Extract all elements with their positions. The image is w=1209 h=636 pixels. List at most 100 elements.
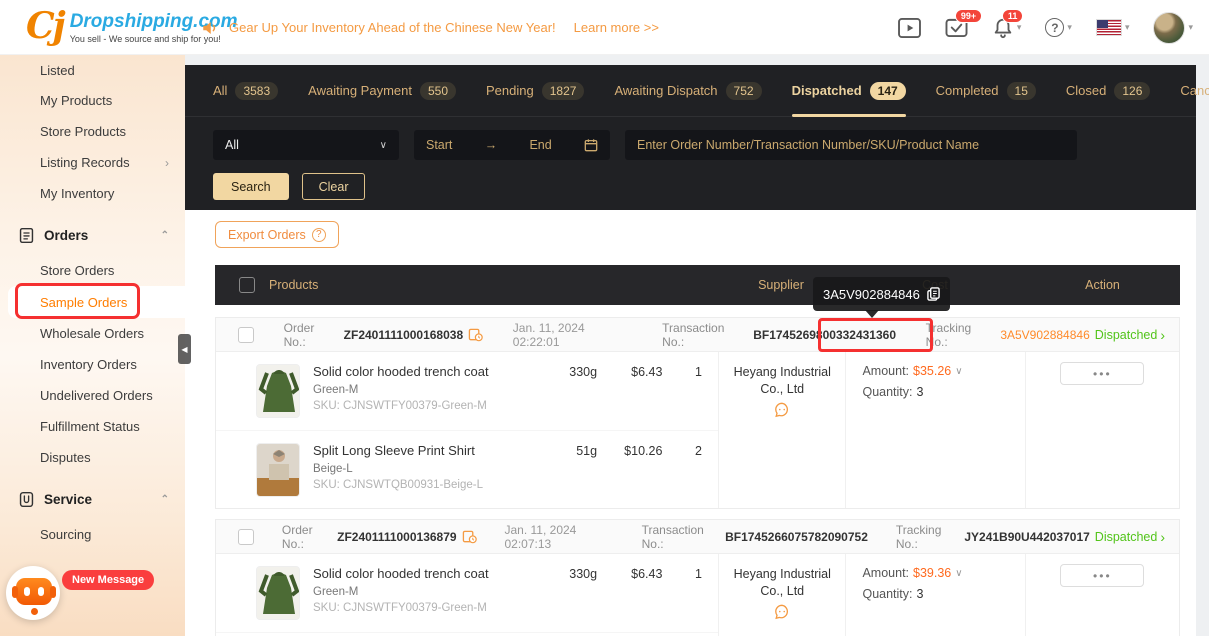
sidebar: Listed My Products Store Products Listin… — [0, 55, 185, 636]
tracking-number-tooltip: 3A5V902884846 — [813, 277, 950, 311]
product-weight: 330g — [536, 566, 597, 624]
chevron-down-icon[interactable]: ∨ — [955, 366, 962, 377]
tab-count: 147 — [870, 82, 906, 100]
question-icon: ? — [1045, 18, 1064, 37]
chat-supplier-icon[interactable] — [725, 604, 839, 620]
order-status[interactable]: Dispatched › — [1095, 328, 1165, 342]
tab-awaiting-dispatch[interactable]: Awaiting Dispatch752 — [614, 65, 761, 117]
header-icons: 99+ 11 ▾ ? ▾ ▾ ▾ — [898, 0, 1193, 55]
orders-list-panel: Export Orders ? Products Supplier Cost A… — [185, 210, 1196, 636]
sidebar-item-sourcing[interactable]: Sourcing — [0, 519, 185, 550]
copy-icon[interactable] — [927, 287, 940, 301]
tracking-value[interactable]: 3A5V902884846 — [1000, 328, 1089, 342]
chevron-down-icon: ▾ — [1188, 22, 1193, 33]
date-range-picker[interactable]: Start → End — [414, 130, 610, 160]
product-name[interactable]: Solid color hooded trench coat — [313, 364, 536, 379]
amount-label: Amount: — [862, 364, 909, 378]
status-tabs: All3583 Awaiting Payment550 Pending1827 … — [185, 65, 1196, 117]
product-weight: 51g — [536, 443, 597, 500]
sidebar-item-my-inventory[interactable]: My Inventory — [0, 178, 185, 209]
search-button[interactable]: Search — [213, 173, 289, 200]
cost-cell: Amount: $39.36 ∨ Quantity: 3 — [845, 554, 1024, 636]
chat-supplier-icon[interactable] — [725, 402, 839, 418]
sidebar-item-sample-orders[interactable]: Sample Orders — [8, 286, 185, 318]
order-row: Order No.: ZF2401111000136879 Jan. 11, 2… — [215, 519, 1180, 636]
sidebar-collapse-handle[interactable]: ◀ — [178, 334, 191, 364]
more-actions-button[interactable]: ••• — [1060, 362, 1144, 385]
sidebar-item-wholesale-orders[interactable]: Wholesale Orders — [0, 318, 185, 349]
action-cell: ••• — [1025, 554, 1179, 636]
product-image-beige-shirt[interactable] — [256, 443, 300, 497]
product-image-green-coat[interactable] — [256, 566, 300, 620]
product-name[interactable]: Solid color hooded trench coat — [313, 566, 536, 581]
order-status[interactable]: Dispatched › — [1095, 530, 1165, 544]
announcement-learn-more-link[interactable]: Learn more >> — [574, 20, 659, 35]
sidebar-item-fulfillment-status[interactable]: Fulfillment Status — [0, 411, 185, 442]
select-all-checkbox[interactable] — [239, 277, 255, 293]
product-row: Solid color hooded trench coat Green-M S… — [216, 352, 718, 430]
product-sku: SKU: CJNSWTQB00931-Beige-L — [313, 479, 536, 491]
top-bar: Cj Dropshipping.com You sell - We source… — [0, 0, 1209, 55]
order-checkbox[interactable] — [238, 327, 254, 343]
calendar-icon — [584, 138, 598, 152]
tab-pending[interactable]: Pending1827 — [486, 65, 584, 117]
new-message-badge: New Message — [62, 570, 154, 590]
transaction-label: Transaction No.: — [642, 523, 720, 551]
order-checkbox[interactable] — [238, 529, 254, 545]
tab-canceled[interactable]: Canceled74 — [1180, 65, 1209, 117]
tasks-button[interactable]: 99+ — [945, 17, 968, 38]
help-menu-button[interactable]: ? ▾ — [1045, 18, 1072, 37]
clear-button[interactable]: Clear — [302, 173, 366, 200]
sidebar-item-store-products[interactable]: Store Products — [0, 116, 185, 147]
order-no-value: ZF2401111000136879 — [337, 530, 456, 544]
chevron-down-icon[interactable]: ∨ — [955, 568, 962, 579]
product-weight: 330g — [536, 364, 597, 422]
account-menu[interactable]: ▾ — [1153, 12, 1193, 44]
transaction-value: BF1745266075782090752 — [725, 530, 868, 544]
order-date: Jan. 11, 2024 02:07:13 — [505, 523, 614, 551]
tracking-value[interactable]: JY241B90U442037017 — [964, 530, 1089, 544]
language-selector[interactable]: ▾ — [1096, 19, 1130, 36]
sidebar-item-my-products[interactable]: My Products — [0, 85, 185, 116]
product-sku: SKU: CJNSWTFY00379-Green-M — [313, 400, 536, 412]
tracking-label: Tracking No.: — [896, 523, 960, 551]
sidebar-section-orders[interactable]: Orders ⌃ — [0, 215, 185, 255]
sidebar-item-undelivered-orders[interactable]: Undelivered Orders — [0, 380, 185, 411]
sidebar-item-listing-records[interactable]: Listing Records› — [0, 147, 185, 178]
product-name[interactable]: Split Long Sleeve Print Shirt — [313, 443, 536, 458]
export-orders-button[interactable]: Export Orders ? — [215, 221, 339, 248]
sidebar-item-disputes[interactable]: Disputes — [0, 442, 185, 473]
transaction-label: Transaction No.: — [662, 321, 748, 349]
tab-completed[interactable]: Completed15 — [936, 65, 1036, 117]
product-image-green-coat[interactable] — [256, 364, 300, 418]
order-type-select[interactable]: All ∨ — [213, 130, 399, 160]
video-tutorial-button[interactable] — [898, 18, 921, 38]
chevron-up-icon: ⌃ — [161, 230, 169, 241]
more-actions-button[interactable]: ••• — [1060, 564, 1144, 587]
product-price: $10.26 — [597, 443, 662, 500]
tab-dispatched[interactable]: Dispatched147 — [792, 65, 906, 117]
tab-awaiting-payment[interactable]: Awaiting Payment550 — [308, 65, 456, 117]
chat-widget[interactable]: New Message — [6, 562, 156, 628]
sidebar-item-store-orders[interactable]: Store Orders — [0, 255, 185, 286]
order-no-label: Order No.: — [284, 321, 339, 349]
product-row-partial — [216, 632, 718, 636]
sidebar-item-listed[interactable]: Listed — [0, 55, 185, 85]
service-icon — [18, 491, 35, 508]
notifications-button[interactable]: 11 ▾ — [992, 17, 1022, 39]
amount-value: $39.36 — [913, 566, 951, 580]
supplier-cell: Heyang Industrial Co., Ltd — [718, 554, 845, 636]
chevron-down-icon: ▾ — [1067, 22, 1072, 33]
quantity-value: 3 — [917, 587, 924, 601]
order-search-input[interactable] — [625, 130, 1077, 160]
chevron-down-icon: ▾ — [1017, 22, 1022, 33]
order-search-field — [625, 130, 1077, 160]
sidebar-section-service[interactable]: Service ⌃ — [0, 479, 185, 519]
tab-all[interactable]: All3583 — [213, 65, 278, 117]
sidebar-item-inventory-orders[interactable]: Inventory Orders — [0, 349, 185, 380]
tab-closed[interactable]: Closed126 — [1066, 65, 1151, 117]
orders-table: Products Supplier Cost Action Order No.:… — [215, 265, 1180, 636]
order-row: Order No.: ZF2401111000168038 Jan. 11, 2… — [215, 317, 1180, 509]
chevron-right-icon: › — [165, 156, 185, 170]
avatar — [1153, 12, 1185, 44]
